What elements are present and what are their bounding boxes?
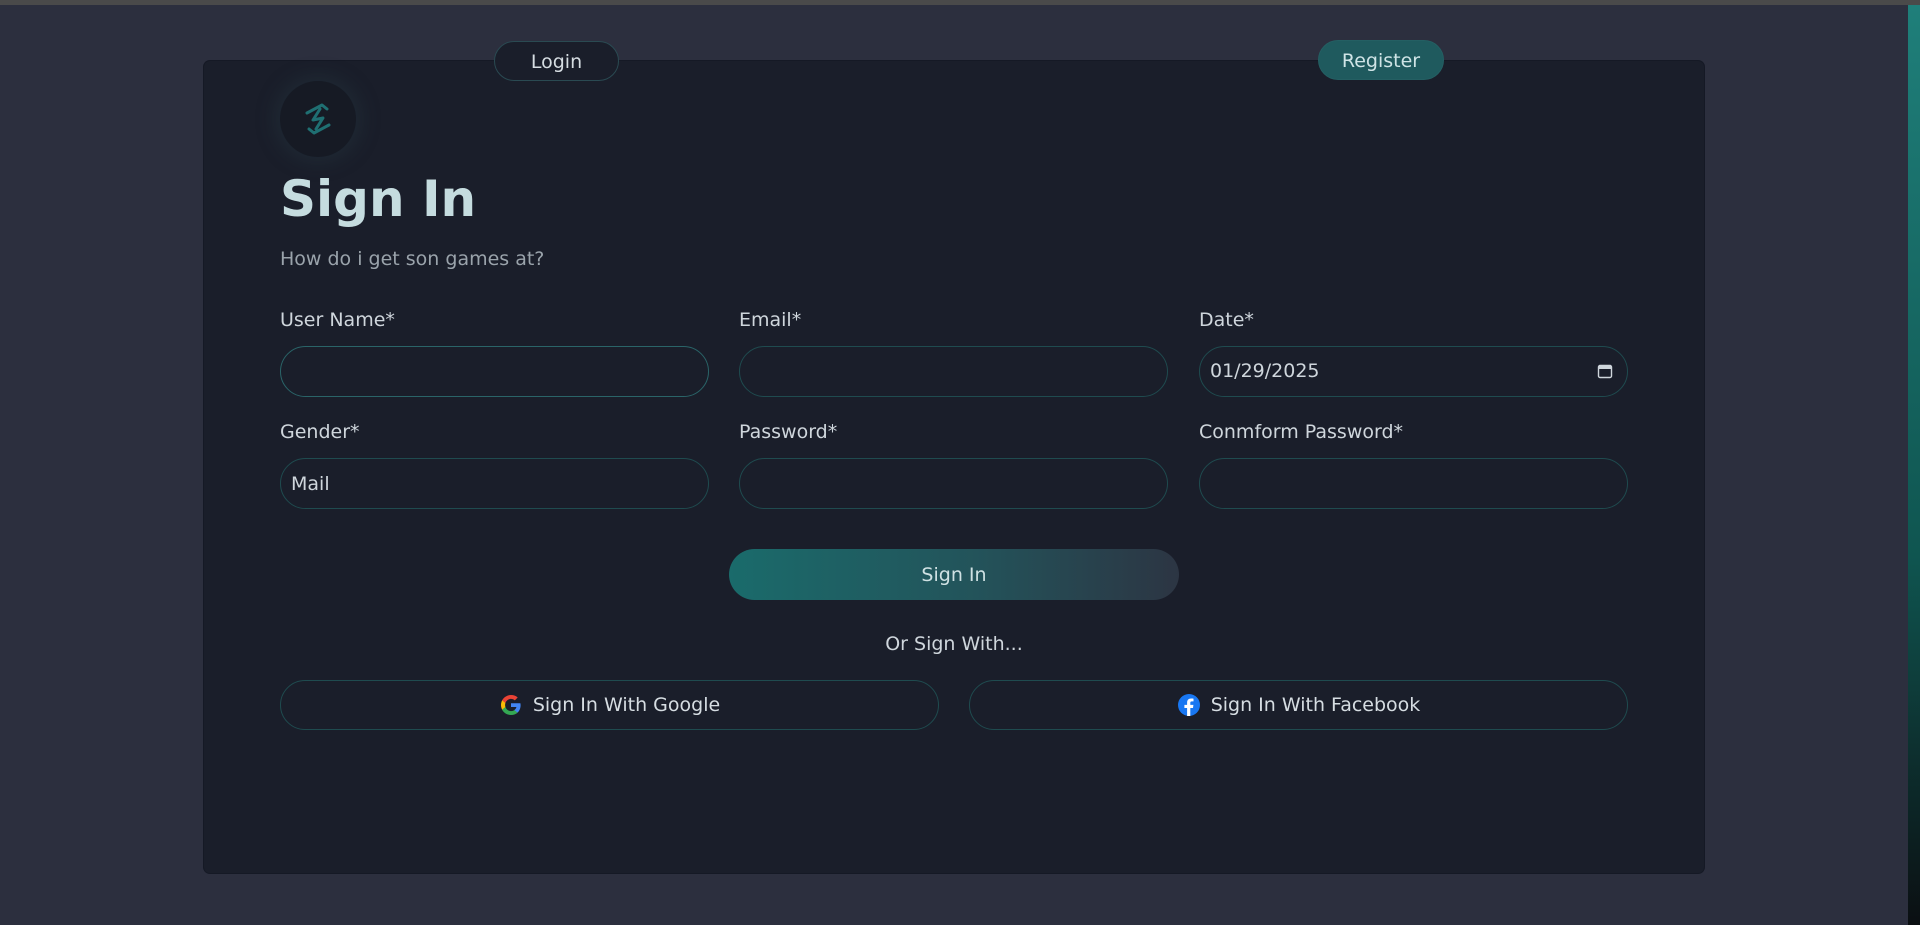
gender-field[interactable] [280,458,709,509]
page-title: Sign In [280,170,477,228]
facebook-logo-icon [1177,694,1200,716]
confirm-password-label: Conmform Password* [1199,421,1404,443]
page-subtitle: How do i get son games at? [280,248,545,270]
email-field[interactable] [739,346,1168,397]
google-logo-icon [500,695,521,715]
gender-label: Gender* [280,421,360,443]
google-signin-button[interactable]: Sign In With Google [280,680,939,730]
username-field[interactable] [280,346,709,397]
confirm-password-field[interactable] [1199,458,1628,509]
browser-top-border [0,0,1920,5]
date-label: Date* [1199,309,1254,331]
date-field[interactable]: 01/29/2025 [1199,346,1628,397]
username-label: User Name* [280,309,395,331]
lightning-logo-icon [305,103,331,135]
calendar-icon[interactable] [1597,363,1613,379]
logo [280,81,356,157]
email-label: Email* [739,309,802,331]
register-tab[interactable]: Register [1318,40,1444,80]
scrollbar-edge[interactable] [1908,5,1920,925]
login-tab[interactable]: Login [494,41,619,81]
signin-button[interactable]: Sign In [729,549,1179,600]
facebook-signin-label: Sign In With Facebook [1210,694,1421,716]
google-signin-label: Sign In With Google [532,694,721,716]
or-sign-with-text: Or Sign With... [885,633,1023,655]
password-label: Password* [739,421,838,443]
facebook-signin-button[interactable]: Sign In With Facebook [969,680,1628,730]
date-value: 01/29/2025 [1210,360,1320,382]
password-field[interactable] [739,458,1168,509]
